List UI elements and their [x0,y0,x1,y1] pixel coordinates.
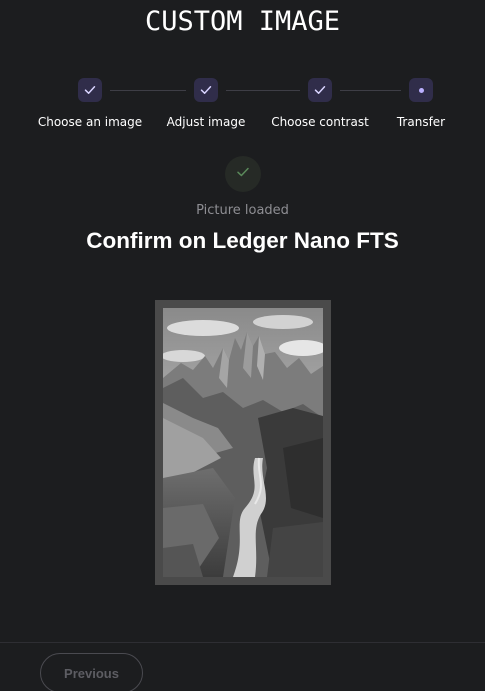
check-icon [199,83,213,97]
page-title: CUSTOM IMAGE [144,6,341,37]
status-text: Picture loaded [196,203,289,218]
step-connector [110,90,186,91]
step-2-indicator [194,78,218,102]
status-indicator [225,156,261,192]
check-icon [83,83,97,97]
previous-button[interactable]: Previous [40,653,143,691]
dot-icon [418,87,424,93]
footer: Previous [0,642,485,691]
check-icon [313,83,327,97]
step-1-indicator [78,78,102,102]
step-connector [226,90,300,91]
step-4-indicator [409,78,433,102]
confirm-heading: Confirm on Ledger Nano FTS [86,228,399,253]
step-4-label: Transfer [396,115,446,129]
step-3-label: Choose contrast [271,115,369,129]
step-connector [340,90,401,91]
step-1-label: Choose an image [37,115,143,129]
custom-image-page: CUSTOM IMAGE Choose an image Adjust imag… [0,0,485,691]
stepper: Choose an image Adjust image Choose cont… [0,77,485,137]
mountain-landscape-image [163,308,323,577]
image-preview-frame [155,300,331,585]
step-2-label: Adjust image [166,115,246,129]
check-icon [235,164,251,184]
step-3-indicator [308,78,332,102]
